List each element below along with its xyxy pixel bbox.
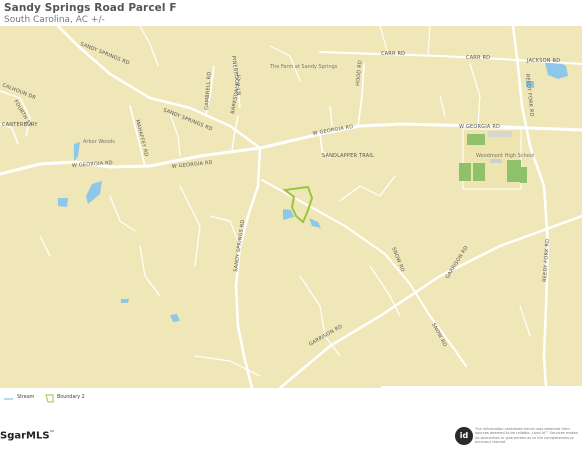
label-sandlapper-trail: SANDLAPPER TRAIL [322,153,374,159]
pond-small-2 [170,314,180,322]
map-svg: SANDY SPRINGS RD SANDY SPRINGS RD SANDY … [0,26,582,388]
brand-name: SgarMLS [0,430,50,442]
label-garrison-rd-south: GARRISON RD [308,324,344,348]
pond-parcel-east [309,218,321,228]
sandy-springs-rd [56,26,262,388]
minor-road-20 [169,113,181,157]
minor-road-7 [379,26,389,55]
label-arbor-woods: Arbor Woods [83,139,115,145]
map-header: Sandy Springs Road Parcel F South Caroli… [0,0,582,26]
label-carr-rd-1: CARR RD [381,51,405,57]
barksdale-ct [231,115,239,152]
label-calhoun-dr: CALHOUN DR [1,82,37,101]
road-labels: SANDY SPRINGS RD SANDY SPRINGS RD SANDY … [1,41,560,348]
sgarmls-logo: SgarMLS™ [0,430,55,441]
boundary-swatch [45,394,54,403]
label-sandy-springs-rd-south: SANDY SPRINGS RD [233,219,246,272]
label-reedy-fork-rd-south: REEDY FORK RD [542,239,551,282]
school-grounds [459,128,527,190]
pond-west-2 [58,198,68,207]
label-jackson-rd: JACKSON RD [526,58,560,64]
pond-west-1 [86,181,102,204]
legend-boundary-label: Boundary 2 [57,395,85,400]
map-legend: Stream Boundary 2 [0,388,582,428]
minor-road-10 [109,195,136,232]
pond-small-1 [121,299,129,303]
pond-parcel [283,209,294,220]
minor-road-8 [179,185,201,267]
minor-road-18 [519,305,531,337]
label-reedy-fork-rd-north: REEDY FORK RD [524,74,534,117]
pond-arbor-north [74,142,80,162]
legend-stream-label: Stream [17,395,35,400]
label-carr-rd-2: CARR RD [466,55,490,61]
label-nw-area: CANTERBURY [2,122,38,128]
garrison-rd [278,214,582,388]
minor-road-5 [427,26,431,57]
listing-location: South Carolina, AC +/- [4,15,105,25]
listing-title: Sandy Springs Road Parcel F [4,2,177,14]
water-features [58,60,568,322]
minor-road-11 [339,175,396,202]
label-w-georgia-rd-east: W GEORGIA RD [459,124,500,130]
label-woodmont-high: Woodmont High School [476,153,534,159]
minor-road-9 [209,215,241,247]
minor-road-19 [329,105,333,127]
minor-road-16 [39,235,51,257]
minor-road-6 [469,63,481,126]
label-farm-sandy-springs: The Farm at Sandy Springs [269,64,338,70]
minor-road-14 [194,355,261,377]
brand-tm: ™ [49,430,55,436]
landid-logo-icon: id [455,427,473,445]
label-w-georgia-rd-mid: W GEORGIA RD [312,124,353,137]
minor-road-13 [369,265,401,317]
map-canvas[interactable]: SANDY SPRINGS RD SANDY SPRINGS RD SANDY … [0,26,582,388]
label-sandy-springs-rd-mid: SANDY SPRINGS RD [162,107,213,132]
minor-road-17 [139,245,161,297]
minor-road-3 [139,26,159,67]
map-footer: SgarMLS™ id The information contained he… [0,427,582,450]
minor-road-15 [439,95,446,117]
disclaimer-text: The information contained herein was obt… [475,427,578,444]
